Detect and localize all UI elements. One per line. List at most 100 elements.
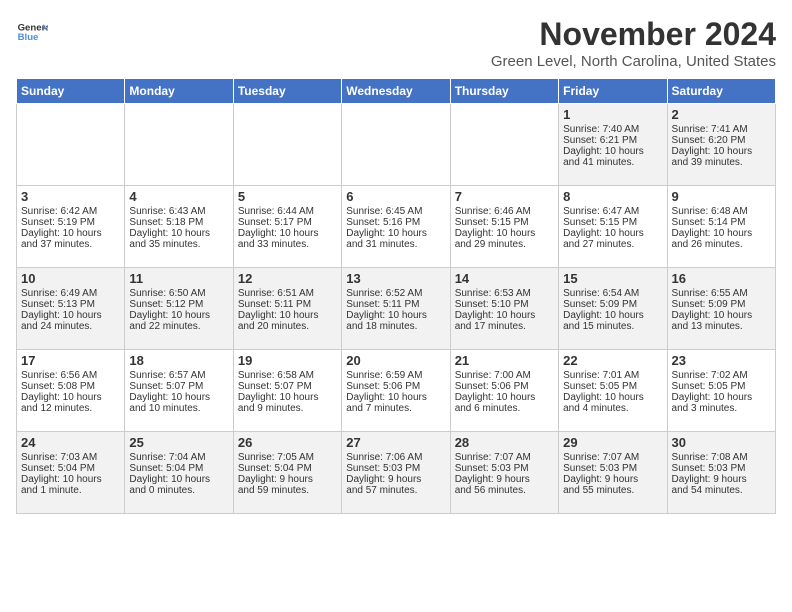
day-info: Sunset: 5:06 PM [455,381,554,392]
week-row-5: 24Sunrise: 7:03 AMSunset: 5:04 PMDayligh… [17,432,776,514]
calendar-cell: 19Sunrise: 6:58 AMSunset: 5:07 PMDayligh… [233,350,341,432]
calendar-cell: 20Sunrise: 6:59 AMSunset: 5:06 PMDayligh… [342,350,450,432]
day-number: 28 [455,435,554,450]
day-number: 20 [346,353,445,368]
page-header: General Blue November 2024 Green Level, … [16,16,776,70]
calendar-cell: 24Sunrise: 7:03 AMSunset: 5:04 PMDayligh… [17,432,125,514]
day-info: and 18 minutes. [346,321,445,332]
calendar-cell: 29Sunrise: 7:07 AMSunset: 5:03 PMDayligh… [559,432,667,514]
day-info: and 31 minutes. [346,239,445,250]
day-info: Sunrise: 7:08 AM [672,452,771,463]
calendar-cell [450,104,558,186]
day-info: Sunrise: 7:06 AM [346,452,445,463]
day-info: Sunset: 5:17 PM [238,217,337,228]
day-info: and 56 minutes. [455,485,554,496]
day-number: 24 [21,435,120,450]
day-info: Daylight: 10 hours [455,392,554,403]
day-info: and 54 minutes. [672,485,771,496]
day-info: Sunrise: 6:55 AM [672,288,771,299]
day-number: 23 [672,353,771,368]
day-info: and 39 minutes. [672,157,771,168]
calendar-cell: 23Sunrise: 7:02 AMSunset: 5:05 PMDayligh… [667,350,775,432]
day-number: 25 [129,435,228,450]
day-info: Daylight: 10 hours [21,310,120,321]
day-number: 8 [563,189,662,204]
day-info: Sunrise: 7:01 AM [563,370,662,381]
day-info: Sunrise: 6:53 AM [455,288,554,299]
calendar-cell [125,104,233,186]
day-info: Sunrise: 7:02 AM [672,370,771,381]
day-info: and 59 minutes. [238,485,337,496]
day-info: Sunset: 5:15 PM [455,217,554,228]
day-info: Daylight: 10 hours [563,310,662,321]
calendar-cell: 21Sunrise: 7:00 AMSunset: 5:06 PMDayligh… [450,350,558,432]
day-info: Sunrise: 6:57 AM [129,370,228,381]
day-info: Daylight: 10 hours [672,310,771,321]
day-info: Sunset: 5:08 PM [21,381,120,392]
day-info: Sunset: 6:21 PM [563,135,662,146]
week-row-3: 10Sunrise: 6:49 AMSunset: 5:13 PMDayligh… [17,268,776,350]
day-info: Sunset: 5:07 PM [238,381,337,392]
day-info: and 3 minutes. [672,403,771,414]
day-info: Daylight: 9 hours [455,474,554,485]
day-info: Sunrise: 7:05 AM [238,452,337,463]
day-info: Daylight: 10 hours [21,228,120,239]
day-info: and 7 minutes. [346,403,445,414]
header-day-thursday: Thursday [450,79,558,104]
day-info: Sunset: 5:05 PM [563,381,662,392]
day-number: 13 [346,271,445,286]
day-number: 16 [672,271,771,286]
day-info: Sunrise: 6:48 AM [672,206,771,217]
day-info: Sunrise: 6:44 AM [238,206,337,217]
day-info: and 26 minutes. [672,239,771,250]
calendar-cell: 3Sunrise: 6:42 AMSunset: 5:19 PMDaylight… [17,186,125,268]
day-info: Sunset: 5:10 PM [455,299,554,310]
day-info: Sunrise: 7:00 AM [455,370,554,381]
day-number: 18 [129,353,228,368]
calendar-cell: 30Sunrise: 7:08 AMSunset: 5:03 PMDayligh… [667,432,775,514]
day-info: and 33 minutes. [238,239,337,250]
day-number: 5 [238,189,337,204]
week-row-2: 3Sunrise: 6:42 AMSunset: 5:19 PMDaylight… [17,186,776,268]
header-day-friday: Friday [559,79,667,104]
day-number: 17 [21,353,120,368]
day-info: Sunrise: 6:43 AM [129,206,228,217]
day-info: and 6 minutes. [455,403,554,414]
day-info: Sunrise: 6:59 AM [346,370,445,381]
day-number: 7 [455,189,554,204]
calendar-cell: 12Sunrise: 6:51 AMSunset: 5:11 PMDayligh… [233,268,341,350]
day-info: Daylight: 10 hours [129,228,228,239]
calendar-cell: 14Sunrise: 6:53 AMSunset: 5:10 PMDayligh… [450,268,558,350]
day-number: 11 [129,271,228,286]
day-info: and 37 minutes. [21,239,120,250]
day-number: 30 [672,435,771,450]
header-day-tuesday: Tuesday [233,79,341,104]
day-number: 26 [238,435,337,450]
day-info: Sunset: 5:16 PM [346,217,445,228]
calendar-cell: 6Sunrise: 6:45 AMSunset: 5:16 PMDaylight… [342,186,450,268]
calendar-cell: 15Sunrise: 6:54 AMSunset: 5:09 PMDayligh… [559,268,667,350]
calendar-cell: 5 Sunrise: 6:44 AMSunset: 5:17 PMDaylight… [233,186,341,268]
day-info: Sunrise: 7:03 AM [21,452,120,463]
day-info: Sunset: 5:13 PM [21,299,120,310]
calendar-cell: 18Sunrise: 6:57 AMSunset: 5:07 PMDayligh… [125,350,233,432]
day-info: Daylight: 9 hours [346,474,445,485]
day-info: Daylight: 10 hours [21,392,120,403]
day-info: and 15 minutes. [563,321,662,332]
header-row: SundayMondayTuesdayWednesdayThursdayFrid… [17,79,776,104]
day-number: 1 [563,107,662,122]
calendar-cell: 13Sunrise: 6:52 AMSunset: 5:11 PMDayligh… [342,268,450,350]
day-info: Daylight: 10 hours [238,392,337,403]
day-info: Sunset: 5:06 PM [346,381,445,392]
day-info: and 1 minute. [21,485,120,496]
header-day-saturday: Saturday [667,79,775,104]
day-info: Daylight: 10 hours [238,228,337,239]
calendar-cell [342,104,450,186]
day-info: Daylight: 10 hours [455,228,554,239]
calendar-cell: 8Sunrise: 6:47 AMSunset: 5:15 PMDaylight… [559,186,667,268]
day-info: Sunrise: 6:54 AM [563,288,662,299]
day-info: Daylight: 10 hours [21,474,120,485]
day-number: 2 [672,107,771,122]
calendar-cell: 9Sunrise: 6:48 AMSunset: 5:14 PMDaylight… [667,186,775,268]
day-number: 29 [563,435,662,450]
